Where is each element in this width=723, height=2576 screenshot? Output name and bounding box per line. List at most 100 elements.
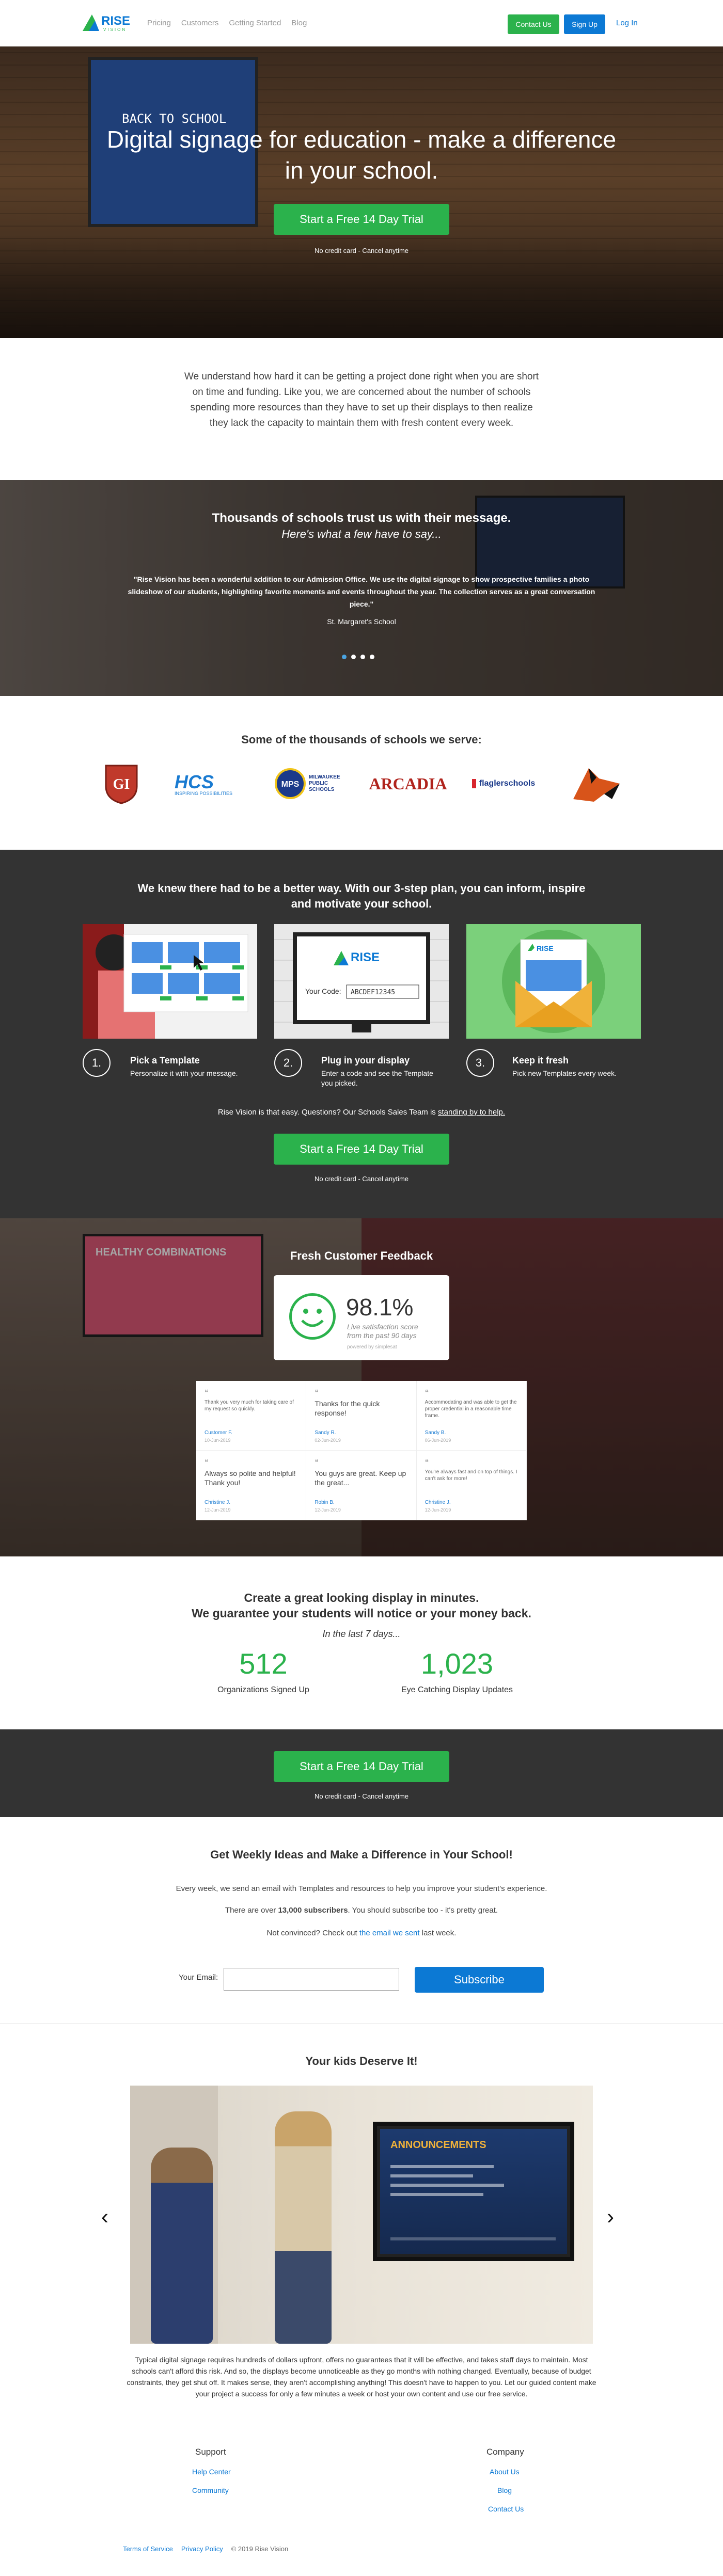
footer-bottom: Terms of Service Privacy Policy © 2019 R… bbox=[123, 2545, 288, 2553]
feedback-date: 12-Jun-2019 bbox=[315, 1507, 341, 1513]
sign-up-button[interactable]: Sign Up bbox=[564, 14, 605, 34]
testimonials-subtitle: Here's what a few have to say... bbox=[281, 528, 442, 540]
carousel-dot[interactable] bbox=[342, 655, 347, 659]
footer-link-blog[interactable]: Blog bbox=[497, 2486, 512, 2494]
newsletter-text-2c: . You should subscribe too - it's pretty… bbox=[348, 1906, 498, 1915]
school-logo-mps: MPS MILWAUKEE PUBLIC SCHOOLS bbox=[271, 763, 354, 804]
kids-text: Typical digital signage requires hundred… bbox=[127, 2356, 596, 2398]
sample-email-link[interactable]: the email we sent bbox=[359, 1929, 420, 1937]
feedback-date: 02-Jun-2019 bbox=[315, 1438, 341, 1443]
screen-line bbox=[390, 2193, 483, 2196]
carousel-next-icon[interactable]: › bbox=[607, 2204, 614, 2229]
step-1-title: Pick a Template bbox=[130, 1055, 200, 1066]
feedback-text: Accommodating and was able to get the pr… bbox=[425, 1400, 517, 1419]
contact-us-button[interactable]: Contact Us bbox=[508, 14, 559, 34]
hero-section: BACK TO SCHOOL Digital signage for educa… bbox=[0, 46, 723, 338]
feedback-title: Fresh Customer Feedback bbox=[290, 1249, 433, 1262]
nav-link-blog[interactable]: Blog bbox=[291, 19, 307, 27]
school-logo-hcs: HCS INSPIRING POSSIBILITIES bbox=[175, 771, 233, 796]
kids-photo: ANNOUNCEMENTS bbox=[130, 2086, 593, 2344]
stat-organizations-label: Organizations Signed Up bbox=[217, 1685, 309, 1694]
steps-note: Rise Vision is that easy. Questions? Our… bbox=[155, 1108, 568, 1117]
steps-title: We knew there had to be a better way. Wi… bbox=[137, 882, 586, 910]
carousel-dot[interactable] bbox=[360, 655, 365, 659]
newsletter-text-2a: There are over bbox=[225, 1906, 278, 1915]
sales-team-link[interactable]: standing by to help. bbox=[438, 1108, 505, 1117]
nav-link-customers[interactable]: Customers bbox=[181, 19, 219, 27]
satisfaction-score-caption: Live satisfaction score from the past 90 … bbox=[347, 1323, 418, 1340]
hero-trial-button[interactable]: Start a Free 14 Day Trial bbox=[274, 204, 449, 235]
step-1-desc: Personalize it with your message. bbox=[130, 1069, 238, 1077]
stat-updates-label: Eye Catching Display Updates bbox=[401, 1685, 513, 1694]
feedback-text: Always so polite and helpful! Thank you! bbox=[205, 1469, 296, 1487]
log-in-link[interactable]: Log In bbox=[616, 19, 638, 27]
cta-trial-button[interactable]: Start a Free 14 Day Trial bbox=[274, 1751, 449, 1782]
email-label: Your Email: bbox=[179, 1973, 218, 1982]
terms-link[interactable]: Terms of Service bbox=[123, 2545, 173, 2553]
footer-link-contact-us[interactable]: Contact Us bbox=[488, 2505, 524, 2513]
steps-trial-button[interactable]: Start a Free 14 Day Trial bbox=[274, 1134, 449, 1165]
step-3-number: 3. bbox=[466, 1049, 494, 1077]
step-2-desc: Enter a code and see the Template you pi… bbox=[321, 1069, 433, 1087]
student-person-2 bbox=[275, 2111, 332, 2344]
screen-line bbox=[390, 2237, 556, 2240]
screen-line bbox=[390, 2165, 494, 2168]
feedback-text: Thank you very much for taking care of m… bbox=[205, 1400, 294, 1412]
privacy-link[interactable]: Privacy Policy bbox=[181, 2545, 223, 2553]
testimonial-author: St. Margaret's School bbox=[327, 617, 396, 626]
email-input[interactable] bbox=[224, 1968, 399, 1991]
smile-icon bbox=[289, 1293, 336, 1340]
footer-company-title: Company bbox=[486, 2447, 524, 2457]
carousel-dots bbox=[342, 655, 374, 659]
feedback-card: ❝ You guys are great. Keep up the great..… bbox=[306, 1451, 417, 1520]
step-3-desc: Pick new Templates every week. bbox=[512, 1069, 617, 1077]
svg-text:MPS: MPS bbox=[281, 780, 300, 789]
kids-title: Your kids Deserve It! bbox=[305, 2055, 418, 2068]
feedback-text: You're always fast and on top of things.… bbox=[425, 1469, 517, 1482]
stats-title-2: We guarantee your students will notice o… bbox=[192, 1607, 531, 1620]
testimonials-title: Thousands of schools trust us with their… bbox=[212, 511, 511, 525]
svg-text:GI: GI bbox=[113, 776, 130, 792]
screen-line bbox=[390, 2184, 504, 2187]
quote-icon: ❝ bbox=[315, 1458, 319, 1466]
quote-icon: ❝ bbox=[315, 1388, 319, 1396]
step-1-image bbox=[83, 924, 257, 1039]
satisfaction-score: 98.1% bbox=[346, 1294, 414, 1321]
hero-note: No credit card - Cancel anytime bbox=[314, 247, 409, 255]
school-logo-flagler: flaglerschools bbox=[460, 763, 547, 804]
nav-links: Pricing Customers Getting Started Blog bbox=[147, 19, 307, 27]
fox-logo-icon bbox=[573, 768, 620, 802]
steps-note-text: Rise Vision is that easy. Questions? Our… bbox=[217, 1108, 438, 1117]
feedback-name: Customer F. bbox=[205, 1430, 232, 1436]
carousel-dot[interactable] bbox=[370, 655, 374, 659]
newsletter-text-1: Every week, we send an email with Templa… bbox=[176, 1884, 547, 1893]
score-caption-2: from the past 90 days bbox=[347, 1331, 417, 1340]
newsletter-text-3a: Not convinced? Check out bbox=[266, 1929, 359, 1937]
carousel-prev-icon[interactable]: ‹ bbox=[101, 2204, 108, 2229]
subscribe-button[interactable]: Subscribe bbox=[415, 1967, 544, 1993]
rise-vision-logo[interactable]: RISE VISION bbox=[83, 10, 139, 33]
feedback-date: 06-Jun-2019 bbox=[425, 1438, 451, 1443]
newsletter-text-3c: last week. bbox=[419, 1929, 457, 1937]
carousel-dot[interactable] bbox=[351, 655, 356, 659]
footer-link-help-center[interactable]: Help Center bbox=[192, 2468, 231, 2476]
testimonials-section: Thousands of schools trust us with their… bbox=[0, 480, 723, 696]
feedback-card: ❝ Always so polite and helpful! Thank you… bbox=[196, 1451, 307, 1520]
footer-link-community[interactable]: Community bbox=[192, 2486, 229, 2494]
school-logo-gi: GI bbox=[101, 763, 142, 804]
newsletter-text-3: Not convinced? Check out the email we se… bbox=[129, 1929, 594, 1937]
schools-section: Some of the thousands of schools we serv… bbox=[0, 696, 723, 850]
testimonial-quote: "Rise Vision has been a wonderful additi… bbox=[128, 575, 595, 608]
feedback-name: Christine J. bbox=[425, 1500, 451, 1505]
nav-link-getting-started[interactable]: Getting Started bbox=[229, 19, 281, 27]
footer-link-about-us[interactable]: About Us bbox=[490, 2468, 520, 2476]
quote-icon: ❝ bbox=[425, 1458, 429, 1466]
top-nav: RISE VISION Pricing Customers Getting St… bbox=[0, 0, 723, 46]
nav-link-pricing[interactable]: Pricing bbox=[147, 19, 171, 27]
step-1-number: 1. bbox=[83, 1049, 111, 1077]
stat-updates-value: 1,023 bbox=[420, 1647, 494, 1680]
feedback-text: Thanks for the quick response! bbox=[315, 1400, 380, 1417]
quote-icon: ❝ bbox=[425, 1388, 429, 1396]
stat-organizations-value: 512 bbox=[239, 1647, 288, 1680]
stats-title-1: Create a great looking display in minute… bbox=[244, 1591, 479, 1604]
